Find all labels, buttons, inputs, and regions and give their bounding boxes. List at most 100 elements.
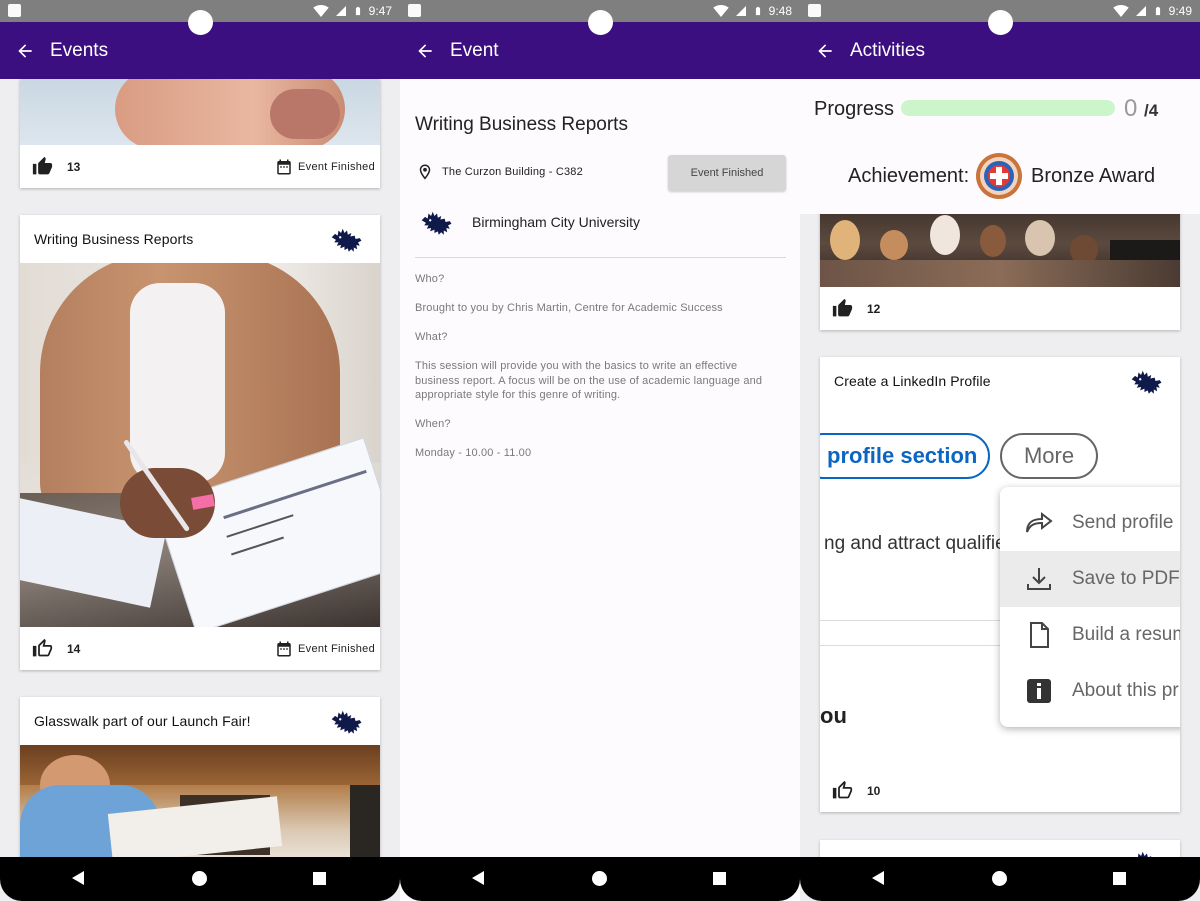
system-nav-bar — [0, 857, 400, 901]
thumbs-up-outline-icon[interactable] — [832, 780, 853, 801]
more-menu: Send profile Save to PDF Build a resum A… — [1000, 487, 1180, 727]
event-description: Who? Brought to you by Chris Martin, Cen… — [415, 272, 785, 475]
organiser-name: Birmingham City University — [472, 214, 641, 230]
events-screen: 9:47 Events 13 Event Finished Writing Bu… — [0, 0, 400, 901]
profile-section-pill: profile section — [820, 433, 990, 479]
university-lion-logo-icon — [330, 225, 364, 253]
document-icon — [1030, 622, 1049, 648]
who-text: Brought to you by Chris Martin, Centre f… — [415, 302, 723, 314]
card-title: Writing Business Reports — [34, 231, 194, 247]
nav-back-icon[interactable] — [472, 871, 484, 885]
nav-back-icon[interactable] — [872, 871, 884, 885]
status-time: 9:49 — [1168, 4, 1192, 18]
event-card[interactable]: Writing Business Reports 14 Event Finish… — [20, 215, 380, 670]
page-title: Activities — [850, 39, 925, 61]
location-text: The Curzon Building - C382 — [442, 166, 583, 178]
progress-count: 0 — [1124, 95, 1138, 122]
card-footer: 12 — [820, 287, 1180, 330]
progress-total: /4 — [1144, 101, 1159, 120]
location-pin-icon — [416, 163, 434, 181]
nav-home-icon[interactable] — [992, 871, 1007, 886]
signal-icon — [335, 4, 347, 18]
like-count: 12 — [867, 301, 881, 316]
when-label: When? — [415, 418, 451, 430]
battery-icon — [1153, 3, 1163, 19]
university-lion-logo-icon — [420, 207, 454, 237]
bronze-award-badge-icon — [976, 153, 1022, 199]
back-button[interactable] — [800, 22, 850, 79]
activity-photo: profile section More ng and attract qual… — [820, 405, 1180, 769]
thumbs-up-filled-icon[interactable] — [832, 298, 853, 319]
status-time: 9:48 — [768, 4, 792, 18]
nav-recents-icon[interactable] — [713, 872, 726, 885]
event-status: Event Finished — [298, 160, 375, 173]
event-photo — [20, 79, 380, 145]
activity-card[interactable]: Create a LinkedIn Profile profile sectio… — [820, 357, 1180, 812]
nav-recents-icon[interactable] — [1113, 872, 1126, 885]
card-header: Writing Business Reports — [20, 215, 380, 263]
nav-recents-icon[interactable] — [313, 872, 326, 885]
event-location: The Curzon Building - C382 — [416, 163, 583, 181]
nav-back-icon[interactable] — [72, 871, 84, 885]
divider — [415, 257, 786, 258]
back-button[interactable] — [0, 22, 50, 79]
achievement-name: Bronze Award — [1031, 165, 1156, 187]
notification-icon — [808, 4, 821, 17]
event-photo — [20, 745, 380, 865]
university-lion-logo-icon — [1130, 367, 1164, 395]
signal-icon — [1135, 4, 1147, 18]
page-title: Event — [450, 39, 499, 61]
calendar-icon — [275, 640, 293, 658]
camera-cutout — [188, 10, 213, 35]
wifi-icon — [713, 3, 729, 19]
menu-item: Save to PDF — [1000, 551, 1180, 607]
nav-home-icon[interactable] — [192, 871, 207, 886]
card-footer: 14 Event Finished — [20, 627, 380, 670]
camera-cutout — [588, 10, 613, 35]
page-title: Events — [50, 39, 109, 61]
event-photo — [20, 263, 380, 627]
achievement-label: Achievement: — [848, 165, 970, 187]
thumbs-up-outline-icon[interactable] — [32, 638, 53, 659]
notification-icon — [408, 4, 421, 17]
like-count: 14 — [67, 641, 81, 656]
card-title: Create a LinkedIn Profile — [834, 373, 991, 389]
partial-text: ng and attract qualifie — [824, 533, 1006, 554]
info-icon — [1027, 679, 1051, 703]
event-card[interactable]: Glasswalk part of our Launch Fair! — [20, 697, 380, 865]
arrow-back-icon — [415, 41, 435, 61]
card-footer: 10 — [820, 769, 1180, 812]
event-detail-screen: 9:48 Event Writing Business Reports The … — [400, 0, 800, 901]
event-organiser: Birmingham City University — [420, 207, 640, 237]
event-status: Event Finished — [298, 642, 375, 655]
like-count: 13 — [67, 159, 81, 174]
share-arrow-icon — [1026, 511, 1053, 533]
wifi-icon — [1113, 3, 1129, 19]
menu-item: Build a resum — [1000, 607, 1180, 663]
like-count: 10 — [867, 783, 881, 798]
partial-bold-text: ou — [820, 703, 847, 728]
camera-cutout — [988, 10, 1013, 35]
event-finished-button[interactable]: Event Finished — [668, 155, 786, 191]
card-header: Glasswalk part of our Launch Fair! — [20, 697, 380, 745]
back-button[interactable] — [400, 22, 450, 79]
activities-screen: 9:49 Activities Progress 0 /4 Achievemen… — [800, 0, 1200, 901]
activity-card[interactable]: 12 — [820, 200, 1180, 330]
card-header: Create a LinkedIn Profile — [820, 357, 1180, 405]
card-title: Glasswalk part of our Launch Fair! — [34, 713, 251, 729]
menu-item: About this pr — [1000, 663, 1180, 719]
thumbs-up-filled-icon[interactable] — [32, 156, 53, 177]
status-time: 9:47 — [368, 4, 392, 18]
battery-icon — [353, 3, 363, 19]
progress-panel: Progress 0 /4 Achievement: Bronze Award — [800, 79, 1200, 214]
nav-home-icon[interactable] — [592, 871, 607, 886]
notification-icon — [8, 4, 21, 17]
arrow-back-icon — [815, 41, 835, 61]
arrow-back-icon — [15, 41, 35, 61]
menu-item: Send profile — [1000, 495, 1180, 551]
calendar-icon — [275, 158, 293, 176]
event-card[interactable]: 13 Event Finished — [20, 79, 380, 188]
progress-label: Progress — [814, 98, 895, 120]
system-nav-bar — [400, 857, 800, 901]
download-icon — [1027, 568, 1051, 590]
